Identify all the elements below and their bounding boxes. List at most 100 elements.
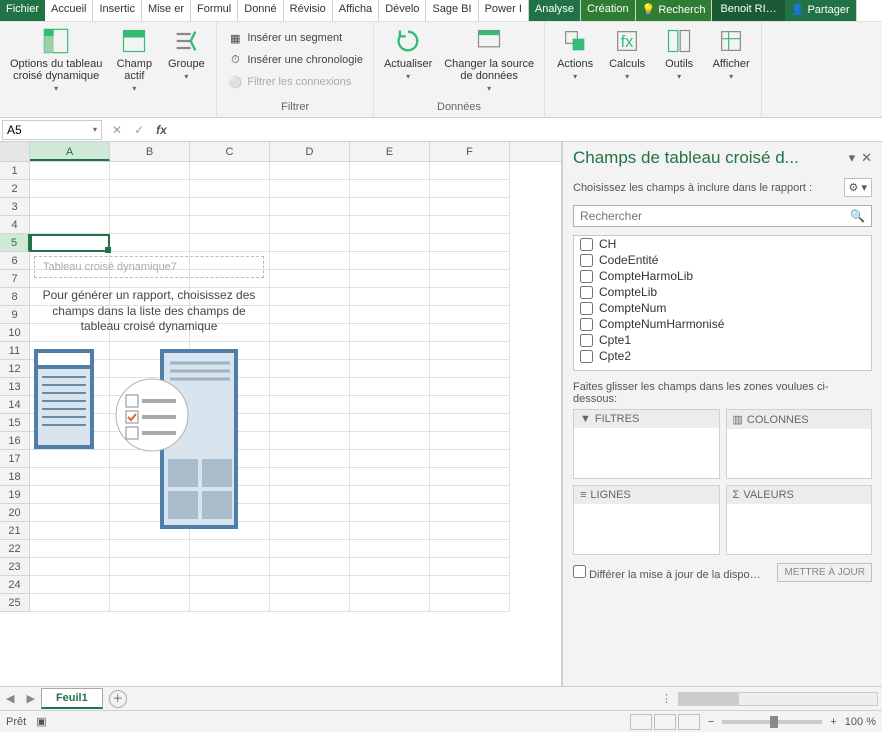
cell[interactable] xyxy=(270,594,350,612)
cell[interactable] xyxy=(270,234,350,252)
field-item[interactable]: CH xyxy=(574,236,871,252)
cell[interactable] xyxy=(110,180,190,198)
tab-review[interactable]: Révisio xyxy=(284,0,333,21)
field-search-input[interactable] xyxy=(574,206,844,226)
row-header[interactable]: 19 xyxy=(0,486,30,504)
cell[interactable] xyxy=(350,594,430,612)
tab-sagebi[interactable]: Sage BI xyxy=(426,0,478,21)
cell[interactable] xyxy=(270,504,350,522)
row-header[interactable]: 2 xyxy=(0,180,30,198)
pane-layout-button[interactable]: ⚙ ▾ xyxy=(844,178,872,197)
cell[interactable] xyxy=(430,234,510,252)
field-item[interactable]: CompteNumHarmonisé xyxy=(574,316,871,332)
row-header[interactable]: 21 xyxy=(0,522,30,540)
row-header[interactable]: 4 xyxy=(0,216,30,234)
cell[interactable] xyxy=(430,306,510,324)
select-all-cell[interactable] xyxy=(0,142,30,161)
cell[interactable] xyxy=(430,378,510,396)
insert-slicer[interactable]: ▦Insérer un segment xyxy=(223,28,346,48)
cell[interactable] xyxy=(350,360,430,378)
cell[interactable] xyxy=(110,558,190,576)
cell[interactable] xyxy=(430,198,510,216)
cell[interactable] xyxy=(430,504,510,522)
tab-design[interactable]: Création xyxy=(581,0,636,21)
cell[interactable] xyxy=(30,198,110,216)
row-header[interactable]: 7 xyxy=(0,270,30,288)
cell[interactable] xyxy=(350,522,430,540)
tab-search[interactable]: 💡 Recherch xyxy=(636,0,713,21)
cell[interactable] xyxy=(350,468,430,486)
row-header[interactable]: 1 xyxy=(0,162,30,180)
cell[interactable] xyxy=(350,162,430,180)
cell[interactable] xyxy=(30,540,110,558)
row-header[interactable]: 15 xyxy=(0,414,30,432)
cell[interactable] xyxy=(30,576,110,594)
change-source-button[interactable]: Changer la source de données xyxy=(440,24,538,95)
row-header[interactable]: 18 xyxy=(0,468,30,486)
cell[interactable] xyxy=(350,180,430,198)
cell[interactable] xyxy=(430,468,510,486)
cell[interactable] xyxy=(430,216,510,234)
zoom-slider[interactable] xyxy=(722,720,822,724)
cell[interactable] xyxy=(350,486,430,504)
row-header[interactable]: 9 xyxy=(0,306,30,324)
cell[interactable] xyxy=(350,234,430,252)
cell[interactable] xyxy=(430,576,510,594)
cell[interactable] xyxy=(110,216,190,234)
zoom-in[interactable]: + xyxy=(830,716,836,728)
cell[interactable] xyxy=(110,234,190,252)
cell[interactable] xyxy=(350,198,430,216)
cell[interactable] xyxy=(30,234,110,252)
cell[interactable] xyxy=(270,216,350,234)
show-button[interactable]: Afficher xyxy=(707,24,755,83)
dropzone-columns[interactable]: ▥COLONNES xyxy=(726,409,873,479)
cell[interactable] xyxy=(430,288,510,306)
row-header[interactable]: 22 xyxy=(0,540,30,558)
tools-button[interactable]: Outils xyxy=(655,24,703,83)
field-search[interactable]: 🔍 xyxy=(573,205,872,227)
cell[interactable] xyxy=(430,450,510,468)
cell[interactable] xyxy=(270,306,350,324)
cell[interactable] xyxy=(350,396,430,414)
pane-close-icon[interactable]: ✕ xyxy=(861,150,872,166)
cell[interactable] xyxy=(430,558,510,576)
cell[interactable] xyxy=(190,216,270,234)
cell[interactable] xyxy=(270,558,350,576)
cell[interactable] xyxy=(350,252,430,270)
row-header[interactable]: 14 xyxy=(0,396,30,414)
field-checkbox[interactable] xyxy=(580,238,593,251)
calculations-button[interactable]: fxCalculs xyxy=(603,24,651,83)
row-header[interactable]: 6 xyxy=(0,252,30,270)
cell[interactable] xyxy=(350,432,430,450)
field-item[interactable]: CompteNum xyxy=(574,300,871,316)
field-checkbox[interactable] xyxy=(580,318,593,331)
dropzone-filters[interactable]: ▼FILTRES xyxy=(573,409,720,479)
zoom-percent[interactable]: 100 % xyxy=(845,716,876,728)
cell[interactable] xyxy=(430,324,510,342)
cell[interactable] xyxy=(190,198,270,216)
sheet-nav-next[interactable]: ▶ xyxy=(20,692,40,705)
cell[interactable] xyxy=(350,450,430,468)
field-checkbox[interactable] xyxy=(580,350,593,363)
cell[interactable] xyxy=(270,432,350,450)
cell[interactable] xyxy=(270,288,350,306)
cell[interactable] xyxy=(190,162,270,180)
field-checkbox[interactable] xyxy=(580,334,593,347)
tab-data[interactable]: Donné xyxy=(238,0,283,21)
row-header[interactable]: 10 xyxy=(0,324,30,342)
tab-file[interactable]: Fichier xyxy=(0,0,45,21)
row-header[interactable]: 13 xyxy=(0,378,30,396)
cell[interactable] xyxy=(430,180,510,198)
update-button[interactable]: METTRE À JOUR xyxy=(777,563,872,582)
cell[interactable] xyxy=(430,270,510,288)
col-header-F[interactable]: F xyxy=(430,142,510,161)
cell[interactable] xyxy=(430,486,510,504)
col-header-B[interactable]: B xyxy=(110,142,190,161)
cell[interactable] xyxy=(270,468,350,486)
row-header[interactable]: 24 xyxy=(0,576,30,594)
cell[interactable] xyxy=(430,522,510,540)
search-icon[interactable]: 🔍 xyxy=(844,209,871,223)
field-item[interactable]: CompteLib xyxy=(574,284,871,300)
cell[interactable] xyxy=(430,342,510,360)
col-header-A[interactable]: A xyxy=(30,142,110,161)
